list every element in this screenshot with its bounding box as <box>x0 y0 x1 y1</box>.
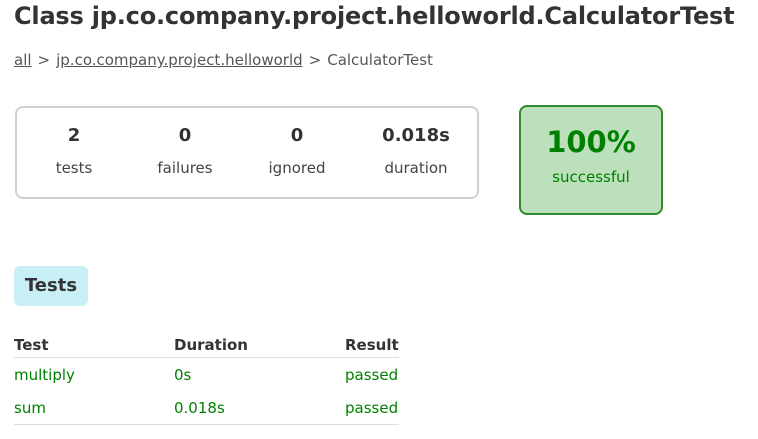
breadcrumb-separator: > <box>308 51 322 69</box>
duration-value: 0.018s <box>382 125 450 146</box>
breadcrumb-link-package[interactable]: jp.co.company.project.helloworld <box>56 51 303 69</box>
success-percent: 100% <box>546 125 636 159</box>
test-name: multiply <box>14 365 75 384</box>
page-title: Class jp.co.company.project.helloworld.C… <box>14 2 735 30</box>
ignored-label: ignored <box>268 159 326 177</box>
summary-box: 2 tests 0 failures 0 ignored 0.018s dura… <box>15 106 479 199</box>
test-result: passed <box>345 391 399 425</box>
failures-count: 0 <box>178 125 192 146</box>
breadcrumb-link-all[interactable]: all <box>14 51 32 69</box>
success-rate-box: 100% successful <box>519 105 663 215</box>
breadcrumb-separator: > <box>37 51 51 69</box>
failures-counter: 0 failures <box>157 125 212 177</box>
test-duration: 0.018s <box>174 391 345 425</box>
tests-count: 2 <box>67 125 81 146</box>
test-result: passed <box>345 365 399 384</box>
duration-counter: 0.018s duration <box>382 125 450 177</box>
column-header-test: Test <box>14 333 174 358</box>
failures-label: failures <box>157 159 213 177</box>
ignored-counter: 0 ignored <box>269 125 326 177</box>
ignored-count: 0 <box>290 125 304 146</box>
column-header-result: Result <box>345 333 399 358</box>
tab-tests[interactable]: Tests <box>14 266 88 306</box>
test-duration: 0s <box>174 365 192 384</box>
duration-label: duration <box>384 159 448 177</box>
breadcrumb: all > jp.co.company.project.helloworld > Cal… <box>14 51 433 69</box>
test-name: sum <box>14 391 174 425</box>
table-header-row: Test Duration Result <box>14 333 399 358</box>
tests-table: Test Duration Result multiply 0s passed … <box>14 333 399 425</box>
success-label: successful <box>552 168 630 186</box>
column-header-duration: Duration <box>174 333 345 358</box>
tests-label: tests <box>55 159 93 177</box>
breadcrumb-current: CalculatorTest <box>327 51 433 69</box>
tests-counter: 2 tests <box>56 125 93 177</box>
table-row: multiply 0s passed <box>14 358 399 392</box>
table-row: sum 0.018s passed <box>14 391 399 425</box>
